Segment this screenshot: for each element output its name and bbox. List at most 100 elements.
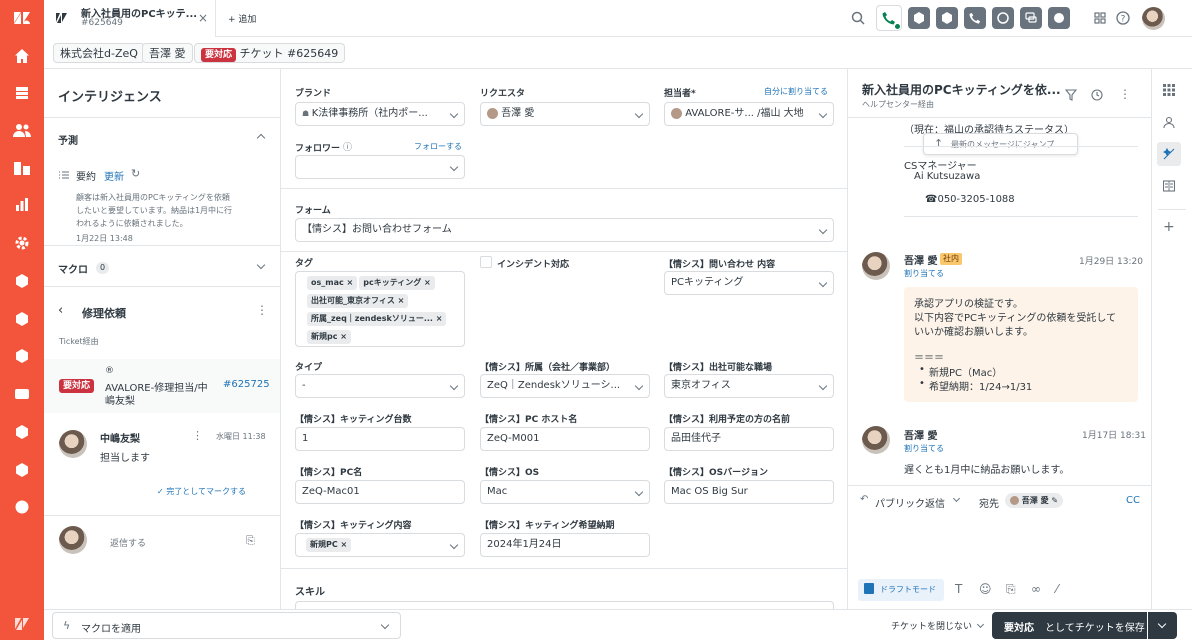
zendesk-logo-icon[interactable] bbox=[13, 9, 31, 27]
link-icon[interactable]: ∞ bbox=[1031, 582, 1041, 596]
attachment-icon[interactable]: ⎘ bbox=[1006, 582, 1016, 597]
draft-mode-button[interactable]: ドラフトモード bbox=[858, 579, 944, 601]
assign-link[interactable]: 割り当てる bbox=[904, 443, 944, 454]
refresh-icon[interactable]: ↻ bbox=[131, 167, 140, 180]
crumb-organization[interactable]: 株式会社d-ZeQ bbox=[53, 43, 145, 63]
whatsapp-app-button[interactable] bbox=[992, 7, 1014, 29]
jump-to-latest-button[interactable]: ↑ 最新のメッセージにジャンプ bbox=[923, 133, 1078, 155]
assign-link[interactable]: 割り当てる bbox=[904, 268, 944, 279]
recipient-chip[interactable]: 吾澤 愛 ✎ bbox=[1005, 493, 1064, 508]
knowledge-icon[interactable] bbox=[1163, 180, 1175, 192]
tag-chip[interactable]: 所属_zeq｜zendeskソリュー... × bbox=[307, 312, 447, 326]
add-tab-button[interactable]: + 追加 bbox=[228, 12, 256, 25]
related-ticket-number[interactable]: #625725 bbox=[223, 379, 270, 390]
intelligence-button[interactable] bbox=[1157, 142, 1181, 166]
tag-chip[interactable]: 新規pc × bbox=[307, 330, 351, 344]
app-cube-icon[interactable] bbox=[13, 310, 31, 328]
brand-select[interactable]: ☗ K法律事務所（社内ポー... bbox=[295, 102, 465, 126]
os-select[interactable]: Mac bbox=[480, 480, 650, 504]
more-options-icon[interactable]: ⋮ bbox=[256, 303, 268, 317]
follower-select[interactable] bbox=[295, 155, 465, 179]
reply-input[interactable]: 返信する bbox=[110, 536, 146, 549]
tags-input[interactable]: os_mac × pcキッティング × 出社可能_東京オフィス × 所属_zeq｜ze… bbox=[295, 271, 465, 347]
magic-wand-icon[interactable]: ⁄ bbox=[1056, 582, 1058, 596]
app-cube-button[interactable] bbox=[908, 7, 930, 29]
submit-options-button[interactable] bbox=[1148, 612, 1177, 639]
follow-link[interactable]: フォローする bbox=[414, 141, 462, 152]
search-icon[interactable] bbox=[851, 11, 865, 25]
inquiry-select[interactable]: PCキッティング bbox=[664, 271, 834, 295]
cc-link[interactable]: CC bbox=[1126, 495, 1140, 506]
kitting-select[interactable]: 新規PC × bbox=[295, 533, 465, 557]
text-format-icon[interactable]: T bbox=[955, 582, 962, 596]
expand-chevron-icon[interactable] bbox=[256, 260, 266, 270]
user-value: 品田佳代子 bbox=[671, 433, 721, 444]
help-icon[interactable]: ? bbox=[1116, 11, 1130, 25]
affiliation-select[interactable]: ZeQ｜Zendeskソリューシ... bbox=[480, 374, 650, 398]
app-cube-icon[interactable] bbox=[13, 423, 31, 441]
user-input[interactable]: 品田佳代子 bbox=[664, 427, 834, 451]
chevron-down-icon[interactable] bbox=[976, 620, 985, 629]
app-cube-button[interactable] bbox=[936, 7, 958, 29]
skill-select[interactable] bbox=[295, 601, 834, 609]
mark-done-link[interactable]: ✓ 完了としてマークする bbox=[157, 486, 246, 497]
products-grid-icon[interactable] bbox=[1094, 12, 1106, 24]
history-icon[interactable] bbox=[1091, 89, 1103, 101]
close-tab-option[interactable]: チケットを閉じない bbox=[891, 619, 972, 632]
user-icon[interactable] bbox=[1163, 116, 1175, 128]
pcname-input[interactable]: ZeQ-Mac01 bbox=[295, 480, 465, 504]
count-input[interactable]: 1 bbox=[295, 427, 465, 451]
type-select[interactable]: - bbox=[295, 374, 465, 398]
cloud-app-button[interactable] bbox=[1048, 7, 1070, 29]
attachment-icon[interactable]: ⎘ bbox=[246, 534, 255, 548]
app-cloud-icon[interactable] bbox=[13, 498, 31, 516]
app-cube-icon[interactable] bbox=[13, 461, 31, 479]
tab-close-button[interactable]: × bbox=[198, 11, 208, 25]
summary-update-link[interactable]: 更新 bbox=[104, 168, 124, 183]
related-ticket-item[interactable]: 要対応 ® AVALORE-修理担当/中 嶋友梨 #625725 bbox=[44, 359, 280, 413]
apply-macro-select[interactable]: ϟ マクロを適用 bbox=[52, 612, 401, 639]
app-cube-icon[interactable] bbox=[13, 347, 31, 365]
app-badge-icon[interactable] bbox=[13, 385, 31, 403]
profile-avatar[interactable] bbox=[1142, 7, 1165, 30]
app-cube-icon[interactable] bbox=[13, 272, 31, 290]
admin-gear-icon[interactable] bbox=[13, 234, 31, 252]
collapse-chevron-icon[interactable] bbox=[256, 133, 266, 143]
home-icon[interactable] bbox=[13, 47, 31, 65]
reply-mode-select[interactable]: パブリック返信 bbox=[875, 495, 945, 510]
assignee-select[interactable]: AVALORE-サ... /福山 大地 bbox=[664, 102, 834, 126]
more-options-icon[interactable]: ⋮ bbox=[192, 429, 203, 442]
reporting-icon[interactable] bbox=[13, 196, 31, 214]
filter-icon[interactable] bbox=[1065, 89, 1077, 101]
osver-input[interactable]: Mac OS Big Sur bbox=[664, 480, 834, 504]
tag-chip[interactable]: 出社可能_東京オフィス × bbox=[307, 294, 409, 308]
apps-grid-icon[interactable] bbox=[1163, 84, 1175, 96]
add-app-icon[interactable]: + bbox=[1163, 219, 1175, 235]
assign-self-link[interactable]: 自分に割り当てる bbox=[764, 86, 828, 97]
submit-button[interactable]: 要対応 としてチケットを保存 bbox=[992, 612, 1147, 639]
tag-chip[interactable]: 新規PC × bbox=[306, 538, 352, 552]
tag-chip[interactable]: os_mac × bbox=[307, 276, 358, 290]
chevron-down-icon[interactable] bbox=[952, 494, 961, 503]
ticket-tab[interactable]: 新入社員用のPCキッテ... #625649 × bbox=[44, 0, 216, 37]
customers-icon[interactable] bbox=[13, 121, 31, 139]
views-icon[interactable] bbox=[13, 84, 31, 102]
more-options-icon[interactable]: ⋮ bbox=[1119, 87, 1131, 101]
due-date-input[interactable]: 2024年1月24日 bbox=[480, 533, 650, 557]
zendesk-footer-logo-icon[interactable] bbox=[13, 615, 31, 633]
requester-select[interactable]: 吾澤 愛 bbox=[480, 102, 650, 126]
info-icon[interactable]: ⓘ bbox=[343, 140, 352, 153]
form-select[interactable]: 【情シス】お問い合わせフォーム bbox=[295, 218, 834, 242]
host-input[interactable]: ZeQ-M001 bbox=[480, 427, 650, 451]
emoji-icon[interactable]: ☺ bbox=[979, 582, 992, 596]
tag-chip[interactable]: pcキッティング × bbox=[359, 276, 435, 290]
organizations-icon[interactable] bbox=[13, 159, 31, 177]
phone-app-button[interactable] bbox=[964, 7, 986, 29]
talk-status-button[interactable] bbox=[876, 5, 902, 31]
chat-app-button[interactable] bbox=[1020, 7, 1042, 29]
incident-checkbox[interactable] bbox=[480, 256, 492, 268]
crumb-requester[interactable]: 吾澤 愛 bbox=[142, 43, 193, 63]
back-arrow-icon[interactable]: ‹ bbox=[58, 303, 63, 318]
office-select[interactable]: 東京オフィス bbox=[664, 374, 834, 398]
crumb-ticket[interactable]: 要対応 チケット #625649 bbox=[194, 43, 346, 63]
